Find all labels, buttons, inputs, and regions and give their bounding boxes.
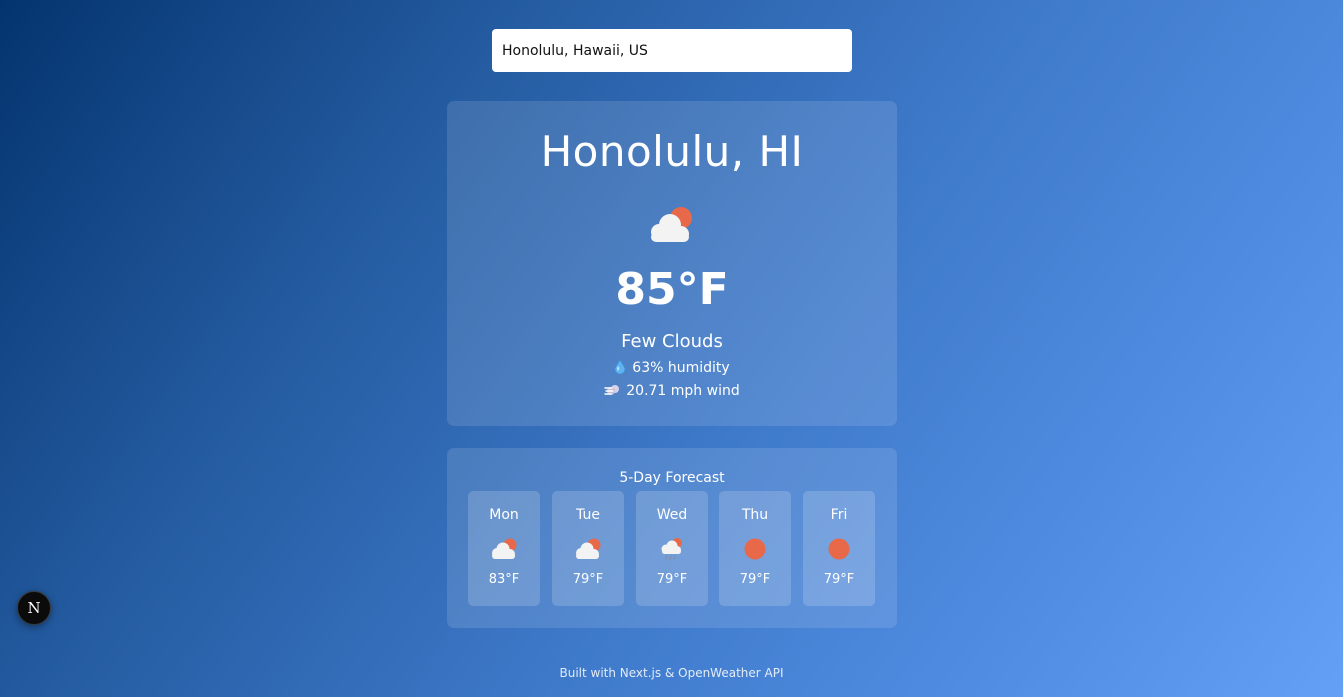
sun-icon bbox=[828, 538, 850, 560]
few-clouds-icon bbox=[651, 207, 692, 242]
current-temperature: 85°F bbox=[615, 264, 729, 315]
forecast-day-temp: 79°F bbox=[823, 572, 855, 587]
forecast-day-name: Wed bbox=[656, 507, 688, 523]
wind-text: 20.71 mph wind bbox=[626, 383, 740, 399]
few-clouds-icon bbox=[576, 538, 601, 559]
forecast-day-temp: 83°F bbox=[488, 572, 520, 587]
forecast-day-name: Fri bbox=[830, 507, 848, 523]
few-clouds-icon bbox=[492, 538, 517, 559]
rain-icon bbox=[661, 538, 682, 561]
city-name: Honolulu, HI bbox=[540, 127, 804, 176]
current-weather-card: Honolulu, HI 85°F Few Clouds 63% humidit… bbox=[447, 101, 897, 426]
search-input[interactable] bbox=[492, 29, 852, 72]
weather-condition: Few Clouds bbox=[621, 331, 723, 352]
humidity-readout: 63% humidity bbox=[447, 359, 897, 376]
forecast-day-temp: 79°F bbox=[739, 572, 771, 587]
forecast-day-wed: Wed 79°F bbox=[636, 491, 708, 606]
forecast-day-temp: 79°F bbox=[572, 572, 604, 587]
forecast-day-fri: Fri 79°F bbox=[803, 491, 875, 606]
wind-icon bbox=[604, 385, 620, 395]
forecast-title: 5-Day Forecast bbox=[619, 470, 725, 486]
sun-icon bbox=[744, 538, 766, 560]
forecast-day-tue: Tue 79°F bbox=[552, 491, 624, 606]
forecast-day-mon: Mon 83°F bbox=[468, 491, 540, 606]
forecast-day-name: Mon bbox=[489, 507, 519, 523]
nextjs-dev-badge[interactable]: N bbox=[17, 591, 51, 625]
forecast-card: 5-Day Forecast Mon 83°F Tue 79°F Wed 79°… bbox=[447, 448, 897, 628]
forecast-day-thu: Thu 79°F bbox=[719, 491, 791, 606]
droplet-icon bbox=[614, 359, 626, 374]
forecast-day-name: Tue bbox=[576, 507, 600, 523]
wind-readout: 20.71 mph wind bbox=[447, 383, 897, 399]
humidity-text: 63% humidity bbox=[632, 360, 730, 376]
forecast-day-temp: 79°F bbox=[656, 572, 688, 587]
footer-credits: Built with Next.js & OpenWeather API bbox=[559, 666, 784, 680]
forecast-day-name: Thu bbox=[741, 507, 769, 523]
